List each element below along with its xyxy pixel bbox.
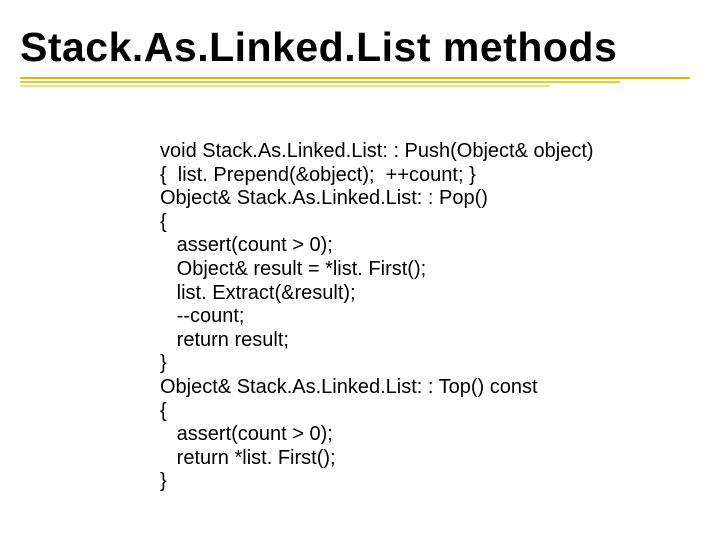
slide-title: Stack.As.Linked.List methods bbox=[20, 26, 700, 69]
code-line: Object& Stack.As.Linked.List: : Pop() bbox=[160, 187, 488, 209]
code-line: { bbox=[160, 400, 167, 422]
code-line: Object& Stack.As.Linked.List: : Top() co… bbox=[160, 376, 538, 398]
slide: Stack.As.Linked.List methods void Stack.… bbox=[0, 0, 720, 540]
code-line: return *list. First(); bbox=[160, 447, 336, 469]
rule-line bbox=[20, 77, 690, 79]
code-line: assert(count > 0); bbox=[160, 234, 333, 256]
code-line: assert(count > 0); bbox=[160, 423, 333, 445]
rule-line bbox=[20, 85, 550, 87]
code-line: { bbox=[160, 211, 167, 233]
code-line: --count; bbox=[160, 305, 244, 327]
code-block: void Stack.As.Linked.List: : Push(Object… bbox=[160, 140, 594, 494]
rule-line bbox=[20, 81, 620, 83]
title-underline bbox=[20, 77, 700, 85]
code-line: { list. Prepend(&object); ++count; } bbox=[160, 164, 476, 186]
code-line: Object& result = *list. First(); bbox=[160, 258, 426, 280]
code-line: } bbox=[160, 352, 167, 374]
code-line: } bbox=[160, 470, 167, 492]
code-line: list. Extract(&result); bbox=[160, 282, 356, 304]
code-line: return result; bbox=[160, 329, 289, 351]
code-line: void Stack.As.Linked.List: : Push(Object… bbox=[160, 140, 594, 162]
title-area: Stack.As.Linked.List methods bbox=[20, 26, 700, 85]
